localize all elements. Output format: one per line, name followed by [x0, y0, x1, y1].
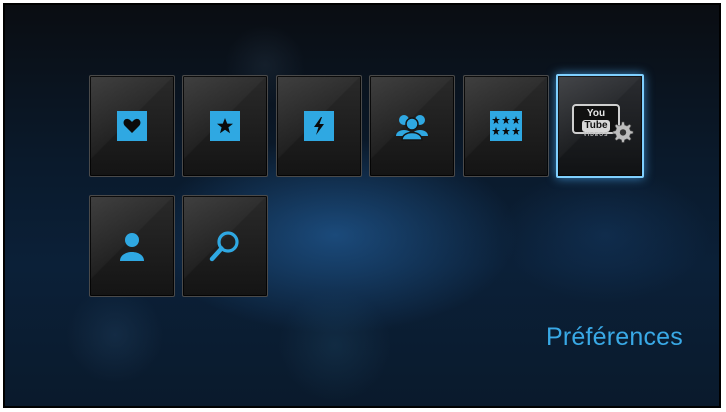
people-icon [394, 108, 430, 144]
tile-most-popular[interactable] [276, 75, 362, 177]
tile-search[interactable] [182, 195, 268, 297]
lightning-icon [304, 111, 334, 141]
tile-favorites[interactable] [89, 75, 175, 177]
six-stars-icon [490, 111, 522, 141]
person-icon [114, 228, 150, 264]
youtube-gear-icon: YouTube VIDEOS [572, 104, 634, 148]
tile-top-rated[interactable] [463, 75, 549, 177]
heart-icon [117, 111, 147, 141]
magnifier-icon [207, 228, 243, 264]
youtube-logo-tube: Tube [582, 120, 610, 132]
selected-item-label: Préférences [546, 323, 683, 351]
tile-featured[interactable] [182, 75, 268, 177]
tile-account[interactable] [89, 195, 175, 297]
star-icon [210, 111, 240, 141]
tv-screen: YouTube VIDEOS Préférences [3, 3, 721, 408]
gear-icon [612, 121, 634, 143]
tile-community[interactable] [369, 75, 455, 177]
tile-youtube-settings[interactable]: YouTube VIDEOS [556, 74, 644, 178]
youtube-logo-you: You [586, 108, 606, 119]
